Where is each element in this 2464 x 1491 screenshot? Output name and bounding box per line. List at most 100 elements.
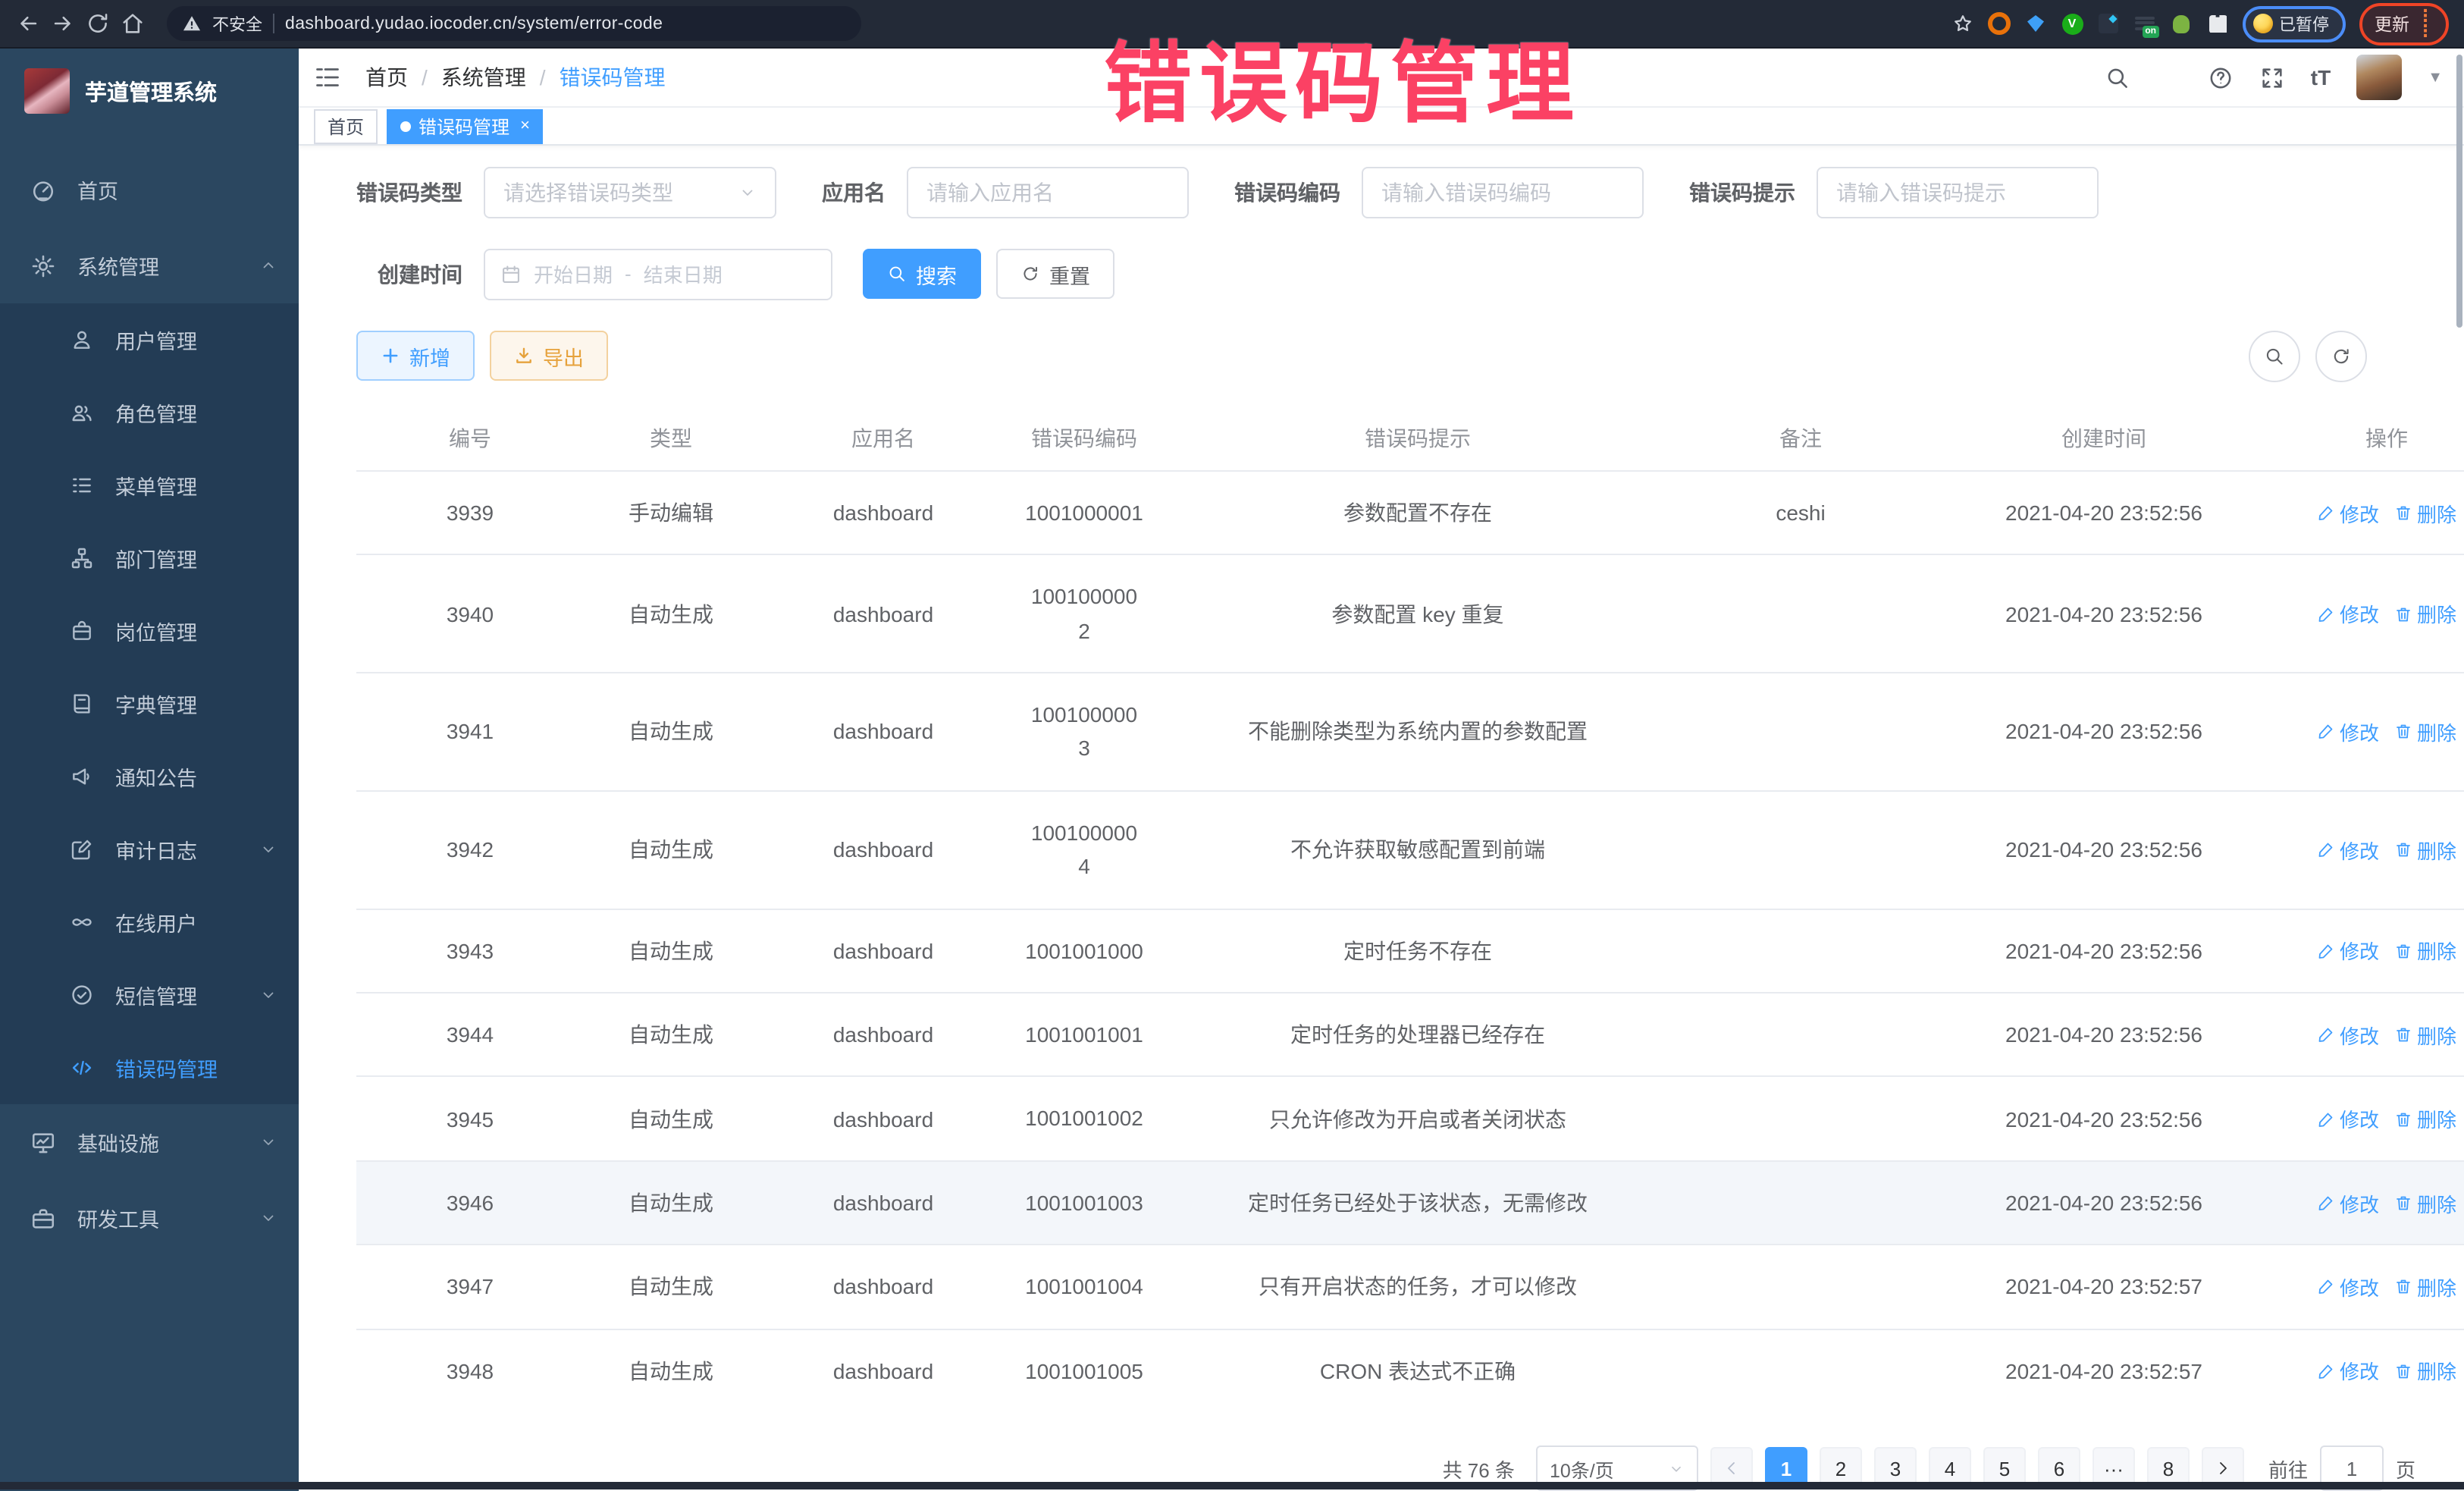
sidebar-menu: 首页系统管理用户管理角色管理菜单管理部门管理岗位管理字典管理通知公告审计日志在线… [0, 133, 299, 1256]
msg-input[interactable]: 请输入错误码提示 [1817, 167, 2099, 218]
browser-menu-icon[interactable]: ⋮⋮ [2417, 8, 2434, 39]
ext-orange-icon[interactable] [1988, 12, 2011, 35]
cell-time: 2021-04-20 23:52:56 [1926, 1161, 2282, 1245]
sidebar-item-用户管理[interactable]: 用户管理 [0, 303, 299, 376]
delete-link[interactable]: 删除 [2394, 1273, 2456, 1301]
date-range-input[interactable]: 开始日期 - 结束日期 [484, 249, 832, 300]
app-logo [24, 68, 70, 114]
delete-link[interactable]: 删除 [2394, 937, 2456, 965]
sidebar-item-错误码管理[interactable]: 错误码管理 [0, 1031, 299, 1104]
close-tab-icon[interactable]: × [520, 117, 530, 135]
cell-msg: 不允许获取敏感配置到前端 [1160, 791, 1676, 909]
delete-link[interactable]: 删除 [2394, 1357, 2456, 1386]
ext-list-on-icon[interactable]: on [2133, 12, 2156, 35]
sidebar-item-审计日志[interactable]: 审计日志 [0, 813, 299, 886]
breadcrumb: 首页/系统管理/错误码管理 [365, 62, 666, 93]
delete-link[interactable]: 删除 [2394, 1104, 2456, 1133]
sidebar-item-系统管理[interactable]: 系统管理 [0, 228, 299, 303]
search-icon[interactable] [2105, 64, 2130, 90]
edit-icon [2317, 1025, 2335, 1044]
sidebar-item-通知公告[interactable]: 通知公告 [0, 740, 299, 813]
ext-grid-icon[interactable] [2097, 12, 2120, 35]
delete-link[interactable]: 删除 [2394, 498, 2456, 527]
delete-link[interactable]: 删除 [2394, 836, 2456, 865]
cell-code: 1001001004 [1008, 1245, 1160, 1329]
delete-link[interactable]: 删除 [2394, 717, 2456, 746]
browser-forward-icon[interactable] [50, 11, 76, 36]
tab-错误码管理[interactable]: 错误码管理× [387, 108, 544, 143]
fullscreen-icon[interactable] [2259, 64, 2285, 90]
edit-link[interactable]: 修改 [2317, 599, 2379, 628]
refresh-table-icon [2331, 346, 2352, 367]
ext-puzzle-icon[interactable] [2206, 12, 2229, 35]
breadcrumb-item[interactable]: 系统管理 [441, 62, 526, 93]
github-icon[interactable] [2156, 64, 2182, 90]
browser-home-icon[interactable] [120, 11, 146, 36]
table-row: 3948自动生成dashboard1001001005CRON 表达式不正确20… [356, 1329, 2464, 1412]
browser-reload-icon[interactable] [85, 11, 111, 36]
sidebar-item-岗位管理[interactable]: 岗位管理 [0, 595, 299, 667]
sidebar-item-短信管理[interactable]: 短信管理 [0, 959, 299, 1031]
address-bar[interactable]: 不安全 dashboard.yudao.iocoder.cn/system/er… [167, 6, 861, 41]
help-icon[interactable] [2208, 64, 2234, 90]
edit-link[interactable]: 修改 [2317, 1104, 2379, 1133]
edit-link[interactable]: 修改 [2317, 1020, 2379, 1049]
app-input[interactable]: 请输入应用名 [907, 167, 1189, 218]
cell-time: 2021-04-20 23:52:56 [1926, 555, 2282, 673]
bookmark-star-icon[interactable] [1951, 12, 1974, 35]
edit-link[interactable]: 修改 [2317, 937, 2379, 965]
code-input[interactable]: 请输入错误码编码 [1362, 167, 1644, 218]
cell-id: 3940 [356, 555, 584, 673]
sidebar-item-菜单管理[interactable]: 菜单管理 [0, 449, 299, 522]
edit-link[interactable]: 修改 [2317, 498, 2379, 527]
sidebar-item-字典管理[interactable]: 字典管理 [0, 667, 299, 740]
sidebar-item-角色管理[interactable]: 角色管理 [0, 376, 299, 449]
refresh-table-button[interactable] [2315, 331, 2367, 382]
column-header: 应用名 [758, 406, 1008, 471]
menu-tree-icon [70, 473, 94, 498]
add-button[interactable]: 新增 [356, 331, 475, 381]
ext-pin-icon[interactable] [2024, 12, 2047, 35]
cell-code: 1001001002 [1008, 1077, 1160, 1161]
ext-green-icon[interactable]: V [2061, 12, 2083, 35]
reset-button[interactable]: 重置 [996, 250, 1114, 300]
ext-key-icon[interactable] [2170, 12, 2193, 35]
edit-link[interactable]: 修改 [2317, 1188, 2379, 1217]
search-button[interactable]: 搜索 [863, 250, 981, 300]
filter-app: 应用名 请输入应用名 [822, 167, 1189, 218]
toggle-search-button[interactable] [2249, 331, 2300, 382]
cell-memo [1676, 909, 1926, 993]
browser-back-icon[interactable] [15, 11, 41, 36]
sidebar-item-label: 岗位管理 [115, 616, 197, 646]
export-button[interactable]: 导出 [490, 331, 608, 381]
page-scrollbar[interactable] [2456, 55, 2462, 328]
delete-link[interactable]: 删除 [2394, 599, 2456, 628]
sidebar-item-基础设施[interactable]: 基础设施 [0, 1104, 299, 1180]
sidebar-item-在线用户[interactable]: 在线用户 [0, 886, 299, 959]
delete-link[interactable]: 删除 [2394, 1188, 2456, 1217]
paused-extension-chip[interactable]: 已暂停 [2243, 5, 2346, 42]
sidebar-item-部门管理[interactable]: 部门管理 [0, 522, 299, 595]
sidebar-item-研发工具[interactable]: 研发工具 [0, 1180, 299, 1256]
type-select[interactable]: 请选择错误码类型 [484, 167, 776, 218]
edit-link[interactable]: 修改 [2317, 836, 2379, 865]
avatar-caret-down-icon[interactable]: ▼ [2428, 69, 2443, 86]
browser-update-button[interactable]: 更新 ⋮⋮ [2359, 2, 2449, 45]
sidebar-item-首页[interactable]: 首页 [0, 152, 299, 228]
breadcrumb-item[interactable]: 首页 [365, 62, 408, 93]
collapse-sidebar-icon[interactable] [314, 64, 341, 91]
edit-icon [2317, 604, 2335, 623]
delete-link[interactable]: 删除 [2394, 1020, 2456, 1049]
search-button-icon [887, 265, 907, 284]
edit-link[interactable]: 修改 [2317, 1357, 2379, 1386]
chevron-down-icon [1668, 1460, 1685, 1477]
edit-link[interactable]: 修改 [2317, 717, 2379, 746]
font-size-icon[interactable]: tT [2311, 67, 2331, 88]
user-avatar[interactable] [2356, 55, 2402, 100]
page-header: 首页/系统管理/错误码管理 tT ▼ [299, 49, 2464, 108]
sidebar-item-label: 角色管理 [115, 397, 197, 428]
edit-link[interactable]: 修改 [2317, 1273, 2379, 1301]
tab-首页[interactable]: 首页 [314, 108, 378, 143]
breadcrumb-item[interactable]: 错误码管理 [560, 62, 666, 93]
chevron-right-icon [2214, 1459, 2232, 1477]
